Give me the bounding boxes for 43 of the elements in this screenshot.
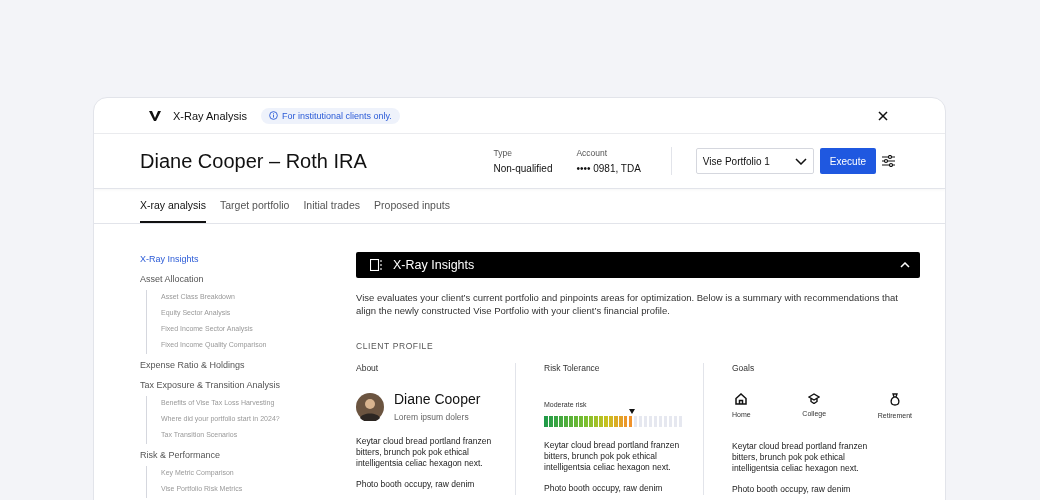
close-icon[interactable] <box>878 110 888 121</box>
execute-button[interactable]: Execute <box>819 148 876 174</box>
pointer-icon <box>628 409 635 414</box>
sidebar-item[interactable]: Expense Ratio & Holdings <box>140 358 356 378</box>
account-title: Diane Cooper – Roth IRA <box>140 149 367 173</box>
account-value: •••• 0981, TDA <box>576 163 641 174</box>
app-title: X-Ray Analysis <box>173 109 247 122</box>
sidebar-item[interactable]: Tax Exposure & Transition Analysis <box>140 378 356 398</box>
intro-text: Vise evaluates your client’s current portfolio and pinpoints areas for optimization. Below is a summary with recommendations that align the newly constructed Vise Portfolio with your client’s financial profile. <box>356 292 899 317</box>
sidebar-item[interactable]: Risk & Performance <box>140 448 356 468</box>
sidebar-item[interactable]: X-Ray Insights <box>140 252 356 272</box>
settings-icon[interactable] <box>882 155 895 167</box>
notice-text: For institutional clients only. <box>282 110 392 121</box>
client-subtitle: Lorem ipsum dolers <box>394 412 470 422</box>
description-text: Photo booth occupy, raw denim <box>732 484 852 495</box>
description-text: Keytar cloud bread portland franzen bitters, brunch pok pok ethical intelligentsia celiac hexagon next. <box>732 441 869 474</box>
column-heading: About <box>356 363 380 373</box>
sidebar-item[interactable]: Asset Allocation <box>140 272 356 292</box>
panel-icon <box>370 259 383 271</box>
client-name: Diane Cooper <box>394 391 481 407</box>
money-bag-icon <box>889 393 900 406</box>
tab[interactable]: Initial trades <box>303 189 361 223</box>
type-value: Non-qualified <box>493 163 553 174</box>
portfolio-select[interactable]: Vise Portfolio 1 <box>695 148 814 174</box>
description-text: Photo booth occupy, raw denim <box>544 483 664 494</box>
tab[interactable]: Proposed inputs <box>374 189 450 223</box>
tab[interactable]: X-ray analysis <box>140 189 206 223</box>
type-label: Type <box>493 148 513 158</box>
tab[interactable]: Target portfolio <box>219 189 290 223</box>
description-text: Keytar cloud bread portland franzen bitters, brunch pok pok ethical intelligentsia celiac hexagon next. <box>544 440 681 473</box>
info-icon <box>269 111 278 120</box>
section-heading: CLIENT PROFILE <box>356 341 435 351</box>
account-label: Account <box>576 148 609 158</box>
graduation-cap-icon <box>808 393 821 404</box>
section-header[interactable]: X-Ray Insights <box>356 252 920 278</box>
column-heading: Risk Tolerance <box>544 363 601 373</box>
avatar <box>356 392 384 421</box>
logo-icon <box>149 110 161 121</box>
description-text: Photo booth occupy, raw denim <box>356 479 476 490</box>
description-text: Keytar cloud bread portland franzen bitters, brunch pok pok ethical intelligentsia celiac hexagon next. <box>356 436 493 469</box>
column-heading: Goals <box>732 363 756 373</box>
chevron-down-icon <box>794 157 807 165</box>
house-icon <box>735 393 748 405</box>
